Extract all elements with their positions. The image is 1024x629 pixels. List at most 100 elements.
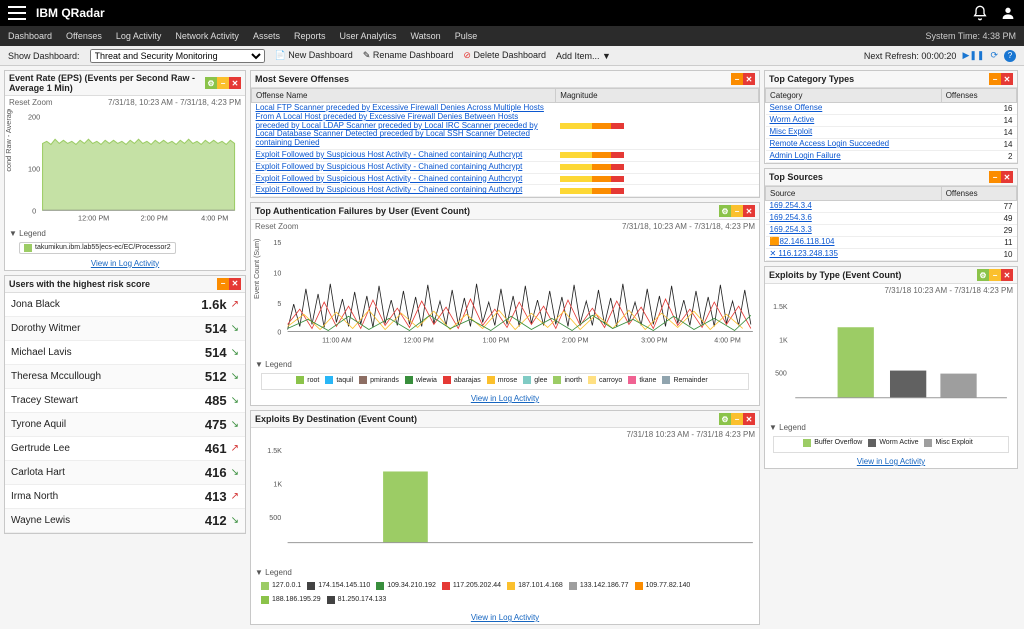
user-row[interactable]: Gertrude Lee461↗ (5, 437, 245, 461)
most-severe-offenses-panel: Most Severe Offenses − ✕ Offense NameMag… (250, 70, 760, 198)
svg-text:4:00 PM: 4:00 PM (201, 214, 228, 223)
reset-zoom-link[interactable]: Reset Zoom (9, 98, 53, 107)
view-in-log-activity-link[interactable]: View in Log Activity (251, 611, 759, 624)
auth-title: Top Authentication Failures by User (Eve… (255, 206, 470, 216)
rename-dashboard-link[interactable]: ✎ Rename Dashboard (363, 50, 454, 61)
panel-settings-icon[interactable]: ⚙ (719, 413, 731, 425)
category-link[interactable]: Admin Login Failure (766, 151, 942, 163)
panel-min-icon[interactable]: − (731, 413, 743, 425)
panel-min-icon[interactable]: − (989, 171, 1001, 183)
user-row[interactable]: Tracey Stewart485↘ (5, 389, 245, 413)
svg-text:12:00 PM: 12:00 PM (78, 214, 109, 223)
panel-min-icon[interactable]: − (989, 73, 1001, 85)
svg-text:500: 500 (775, 371, 787, 378)
legend-item: Remainder (662, 376, 707, 384)
legend-toggle[interactable]: ▼ Legend (251, 566, 759, 579)
panel-settings-icon[interactable]: ⚙ (977, 269, 989, 281)
category-title: Top Category Types (769, 74, 854, 84)
nav-offenses[interactable]: Offenses (66, 31, 102, 41)
trend-down-icon: ↘ (231, 323, 239, 334)
panel-min-icon[interactable]: − (731, 73, 743, 85)
nav-dashboard[interactable]: Dashboard (8, 31, 52, 41)
panel-close-icon[interactable]: ✕ (1001, 269, 1013, 281)
user-row[interactable]: Irma North413↗ (5, 485, 245, 509)
user-row[interactable]: Tyrone Aquil475↘ (5, 413, 245, 437)
trend-up-icon: ↗ (231, 299, 239, 310)
legend-item: root (296, 376, 319, 384)
view-in-log-activity-link[interactable]: View in Log Activity (251, 392, 759, 405)
offense-row: Local FTP Scanner preceded by Excessive … (252, 103, 759, 150)
event-rate-title: Event Rate (EPS) (Events per Second Raw … (9, 73, 205, 93)
user-row[interactable]: Dorothy Witmer514↘ (5, 317, 245, 341)
offense-link[interactable]: Exploit Followed by Suspicious Host Acti… (252, 173, 556, 185)
nav-log-activity[interactable]: Log Activity (116, 31, 162, 41)
nav-assets[interactable]: Assets (253, 31, 280, 41)
nav-user-analytics[interactable]: User Analytics (339, 31, 396, 41)
category-link[interactable]: Misc Exploit (766, 127, 942, 139)
panel-close-icon[interactable]: ✕ (743, 205, 755, 217)
bell-icon[interactable] (972, 5, 988, 21)
users-risk-panel: Users with the highest risk score − ✕ Jo… (4, 275, 246, 534)
panel-close-icon[interactable]: ✕ (743, 73, 755, 85)
offense-link[interactable]: Exploit Followed by Suspicious Host Acti… (252, 149, 556, 161)
view-in-log-activity-link[interactable]: View in Log Activity (5, 257, 245, 270)
user-row[interactable]: Jona Black1.6k↗ (5, 293, 245, 317)
brand-label: IBM QRadar (36, 6, 972, 20)
panel-settings-icon[interactable]: ⚙ (205, 77, 217, 89)
offense-link[interactable]: Local FTP Scanner preceded by Excessive … (252, 103, 556, 150)
panel-close-icon[interactable]: ✕ (229, 77, 241, 89)
nav-reports[interactable]: Reports (294, 31, 326, 41)
panel-close-icon[interactable]: ✕ (1001, 171, 1013, 183)
panel-close-icon[interactable]: ✕ (743, 413, 755, 425)
source-link[interactable]: 169.254.3.4 (766, 201, 942, 213)
dashboard-select[interactable]: Threat and Security Monitoring (90, 49, 265, 63)
delete-dashboard-link[interactable]: ⊘ Delete Dashboard (463, 50, 546, 61)
svg-text:11:00 AM: 11:00 AM (322, 337, 352, 345)
new-dashboard-link[interactable]: 📄 New Dashboard (275, 50, 353, 61)
panel-min-icon[interactable]: − (989, 269, 1001, 281)
exploits-type-timerange: 7/31/18 10:23 AM - 7/31/18 4:23 PM (884, 286, 1013, 295)
nav-pulse[interactable]: Pulse (455, 31, 478, 41)
source-link[interactable]: 🟧82.146.118.104 (766, 237, 942, 249)
panel-min-icon[interactable]: − (731, 205, 743, 217)
user-row[interactable]: Theresa Mccullough512↘ (5, 365, 245, 389)
source-link[interactable]: 169.254.3.6 (766, 213, 942, 225)
source-row: ✕ 116.123.248.13510 (766, 249, 1017, 261)
view-in-log-activity-link[interactable]: View in Log Activity (765, 455, 1017, 468)
user-icon[interactable] (1000, 5, 1016, 21)
legend-toggle[interactable]: ▼ Legend (765, 421, 1017, 434)
user-row[interactable]: Michael Lavis514↘ (5, 341, 245, 365)
sources-title: Top Sources (769, 172, 823, 182)
legend-toggle[interactable]: ▼ Legend (5, 227, 245, 240)
panel-min-icon[interactable]: − (217, 278, 229, 290)
legend-toggle[interactable]: ▼ Legend (251, 358, 759, 371)
legend-item: Misc Exploit (924, 439, 972, 447)
svg-text:1K: 1K (273, 481, 282, 489)
svg-text:5: 5 (277, 300, 281, 308)
refresh-icon[interactable]: ⟳ (990, 50, 998, 61)
magnitude-bar (560, 176, 624, 182)
category-link[interactable]: Worm Active (766, 115, 942, 127)
user-row[interactable]: Carlota Hart416↘ (5, 461, 245, 485)
category-link[interactable]: Remote Access Login Succeeded (766, 139, 942, 151)
panel-min-icon[interactable]: − (217, 77, 229, 89)
reset-zoom-link[interactable]: Reset Zoom (255, 222, 299, 231)
panel-close-icon[interactable]: ✕ (1001, 73, 1013, 85)
add-item-link[interactable]: Add Item... ▼ (556, 51, 611, 61)
legend-item: 188.186.195.29 (261, 595, 321, 605)
nav-watson[interactable]: Watson (411, 31, 441, 41)
svg-text:0: 0 (32, 206, 36, 215)
dashboard-toolbar: Show Dashboard: Threat and Security Moni… (0, 46, 1024, 66)
help-icon[interactable]: ? (1004, 50, 1016, 62)
user-row[interactable]: Wayne Lewis412↘ (5, 509, 245, 533)
play-pause-icon[interactable]: ▶❚❚ (962, 50, 984, 61)
panel-close-icon[interactable]: ✕ (229, 278, 241, 290)
source-link[interactable]: ✕ 116.123.248.135 (766, 249, 942, 261)
hamburger-icon[interactable] (8, 6, 26, 20)
offense-link[interactable]: Exploit Followed by Suspicious Host Acti… (252, 185, 556, 197)
offense-link[interactable]: Exploit Followed by Suspicious Host Acti… (252, 161, 556, 173)
source-link[interactable]: 169.254.3.3 (766, 225, 942, 237)
category-link[interactable]: Sense Offense (766, 103, 942, 115)
nav-network-activity[interactable]: Network Activity (175, 31, 239, 41)
panel-settings-icon[interactable]: ⚙ (719, 205, 731, 217)
